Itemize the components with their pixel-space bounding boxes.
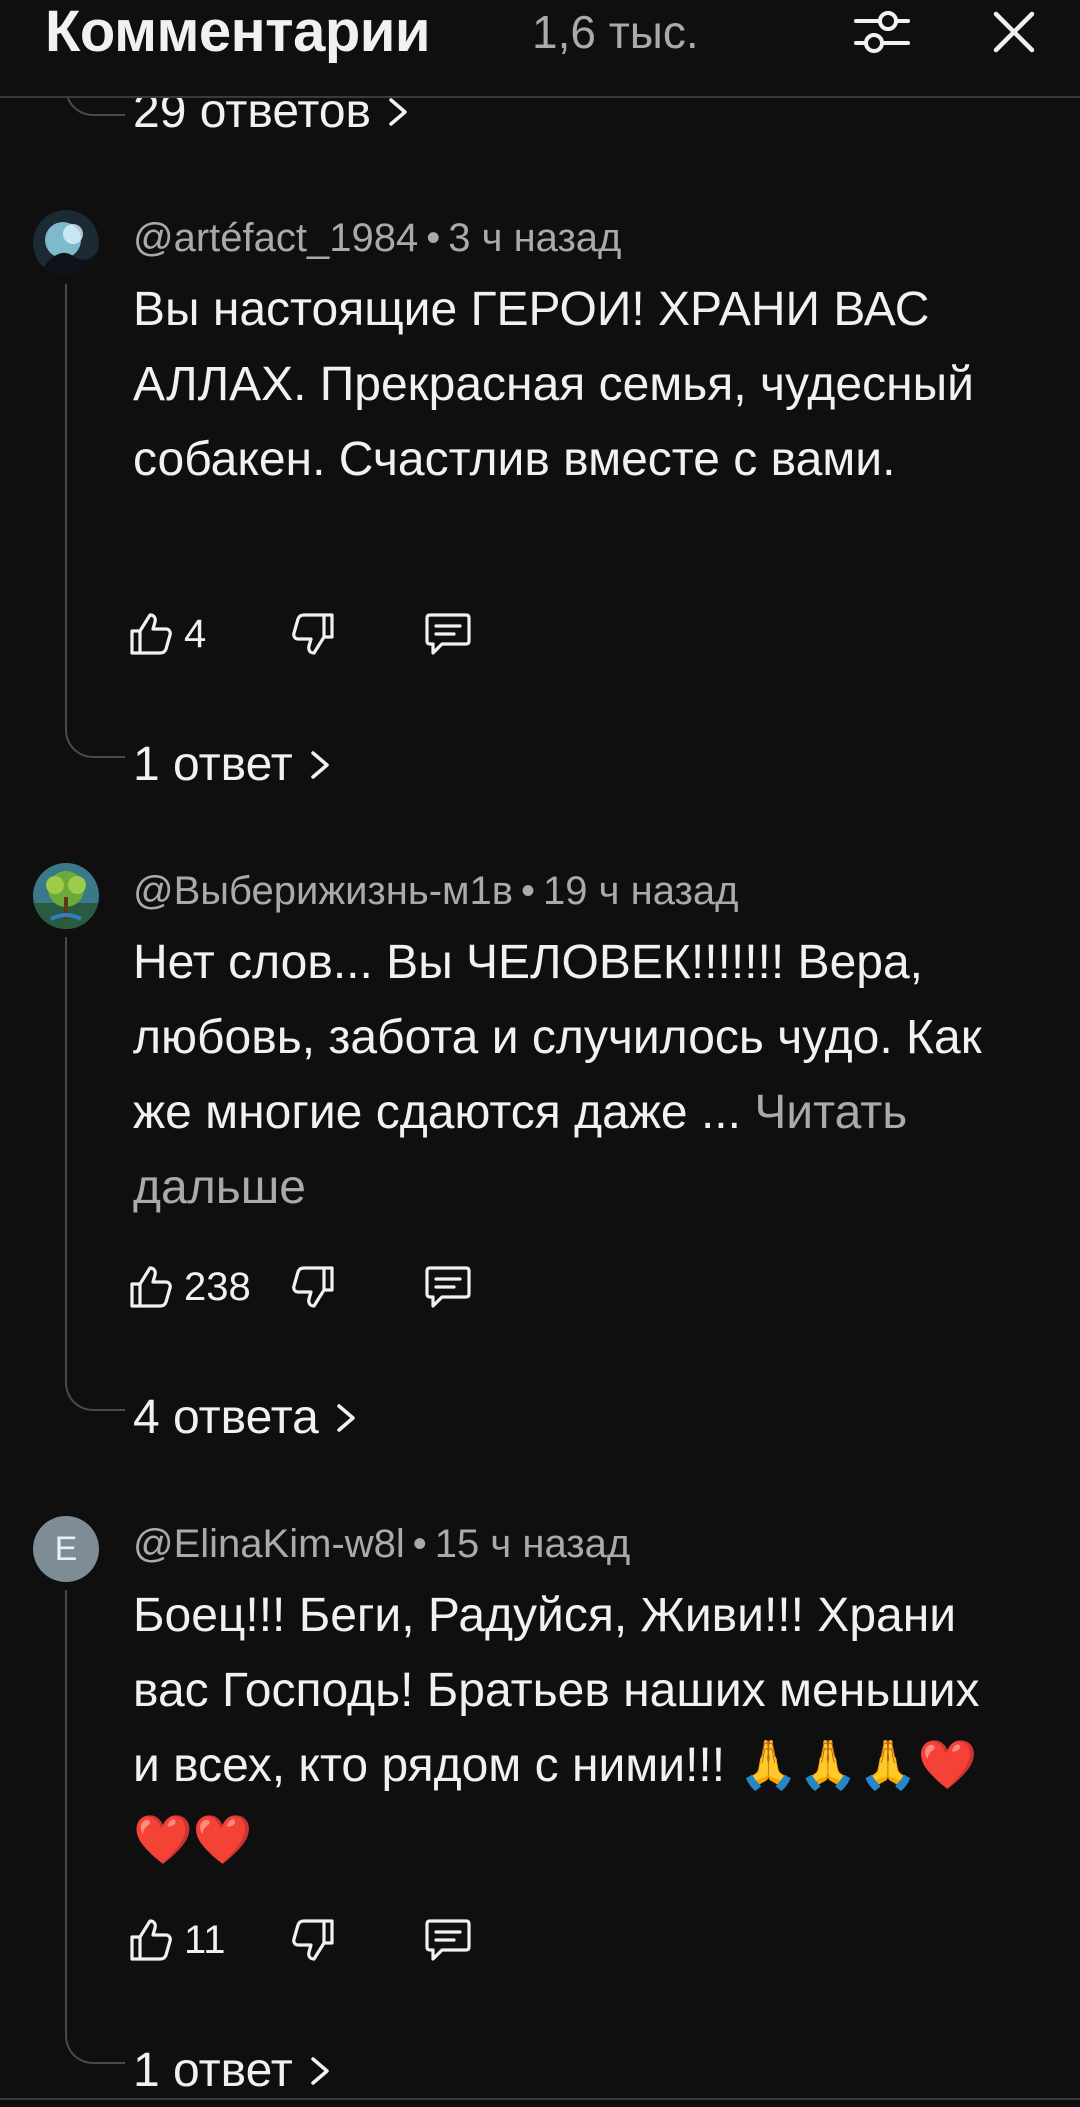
comments-header: Комментарии 1,6 тыс.: [0, 0, 1080, 98]
view-replies-link[interactable]: 4 ответа: [133, 1388, 359, 1448]
comment-reply-icon: [425, 1919, 471, 1961]
replies-link-label: 4 ответа: [133, 1391, 319, 1444]
comment-author[interactable]: @Выберижизнь-м1в: [133, 869, 513, 913]
comment-text: Вы настоящие ГЕРОИ! ХРАНИ ВАС АЛЛАХ. Пре…: [133, 283, 974, 486]
like-count: 11: [184, 1917, 226, 1962]
chevron-right-icon: [389, 98, 407, 126]
comment-meta: @artéfact_1984 • 3 ч назад: [133, 213, 621, 263]
avatar-letter: E: [54, 1529, 78, 1568]
meta-separator: •: [521, 869, 536, 913]
avatar[interactable]: [33, 863, 99, 929]
comment-count: 1,6 тыс.: [532, 6, 699, 58]
avatar[interactable]: [33, 210, 99, 276]
replies-link-label: 1 ответ: [133, 2044, 293, 2097]
view-replies-link[interactable]: 1 ответ: [133, 735, 333, 795]
comment-text: Нет слов... Вы ЧЕЛОВЕК!!!!!!! Вера, любо…: [133, 925, 983, 1225]
replies-link-label: 1 ответ: [133, 738, 293, 791]
meta-separator: •: [426, 216, 441, 260]
thumb-up-icon: [130, 1919, 172, 1961]
filter-button[interactable]: [846, 0, 918, 64]
chevron-right-icon: [337, 1404, 355, 1432]
comment-meta: @Выберижизнь-м1в • 19 ч назад: [133, 866, 738, 916]
sliders-icon: [854, 11, 910, 53]
comment-reply-icon: [425, 613, 471, 655]
reply-button[interactable]: [418, 1257, 478, 1317]
bottom-divider: [0, 2098, 1080, 2100]
thread-connector: [65, 2032, 125, 2064]
header-divider: [0, 96, 1080, 98]
chevron-right-icon: [310, 2057, 329, 2085]
comment-actions: 238: [128, 1257, 528, 1317]
thread-line: [65, 937, 67, 1379]
meta-separator: •: [412, 1522, 427, 1566]
close-button[interactable]: [978, 0, 1050, 64]
comment-reply-icon: [425, 1266, 471, 1308]
dislike-button[interactable]: [283, 1910, 343, 1970]
thumb-up-icon: [130, 613, 172, 655]
comment-text: Боец!!! Беги, Радуйся, Живи!!! Храни вас…: [133, 1578, 983, 1878]
like-button[interactable]: 238: [128, 1257, 251, 1317]
avatar-image-icon: [33, 210, 99, 276]
view-replies-link[interactable]: 1 ответ: [133, 2041, 333, 2101]
dislike-button[interactable]: [283, 1257, 343, 1317]
comment-actions: 11: [128, 1910, 528, 1970]
chevron-right-icon: [310, 751, 329, 779]
like-button[interactable]: 4: [128, 604, 206, 664]
comment-meta: @ElinaKim-w8l • 15 ч назад: [133, 1519, 630, 1569]
thumb-down-icon: [292, 613, 334, 655]
reply-button[interactable]: [418, 604, 478, 664]
thumb-up-icon: [130, 1266, 172, 1308]
like-count: 4: [184, 611, 207, 656]
header-title: Комментарии: [45, 0, 431, 64]
comment-time: 3 ч назад: [448, 216, 622, 260]
comment-author[interactable]: @ElinaKim-w8l: [133, 1522, 405, 1566]
dislike-button[interactable]: [283, 604, 343, 664]
avatar-image-icon: [33, 863, 99, 929]
comment-time: 15 ч назад: [434, 1522, 631, 1566]
pray-emoji: 🙏🙏🙏: [738, 1739, 918, 1792]
like-button[interactable]: 11: [128, 1910, 226, 1970]
thread-connector: [65, 1379, 125, 1411]
thumb-down-icon: [292, 1919, 334, 1961]
thread-line: [65, 1590, 67, 2032]
comment-author[interactable]: @artéfact_1984: [133, 216, 418, 260]
comment-time: 19 ч назад: [543, 869, 739, 913]
avatar[interactable]: E: [33, 1516, 99, 1582]
thumb-down-icon: [292, 1266, 334, 1308]
close-icon: [993, 11, 1035, 53]
reply-button[interactable]: [418, 1910, 478, 1970]
thread-connector: [65, 726, 125, 758]
like-count: 238: [184, 1264, 251, 1309]
comment-actions: 4: [128, 604, 528, 664]
thread-line: [65, 284, 67, 726]
